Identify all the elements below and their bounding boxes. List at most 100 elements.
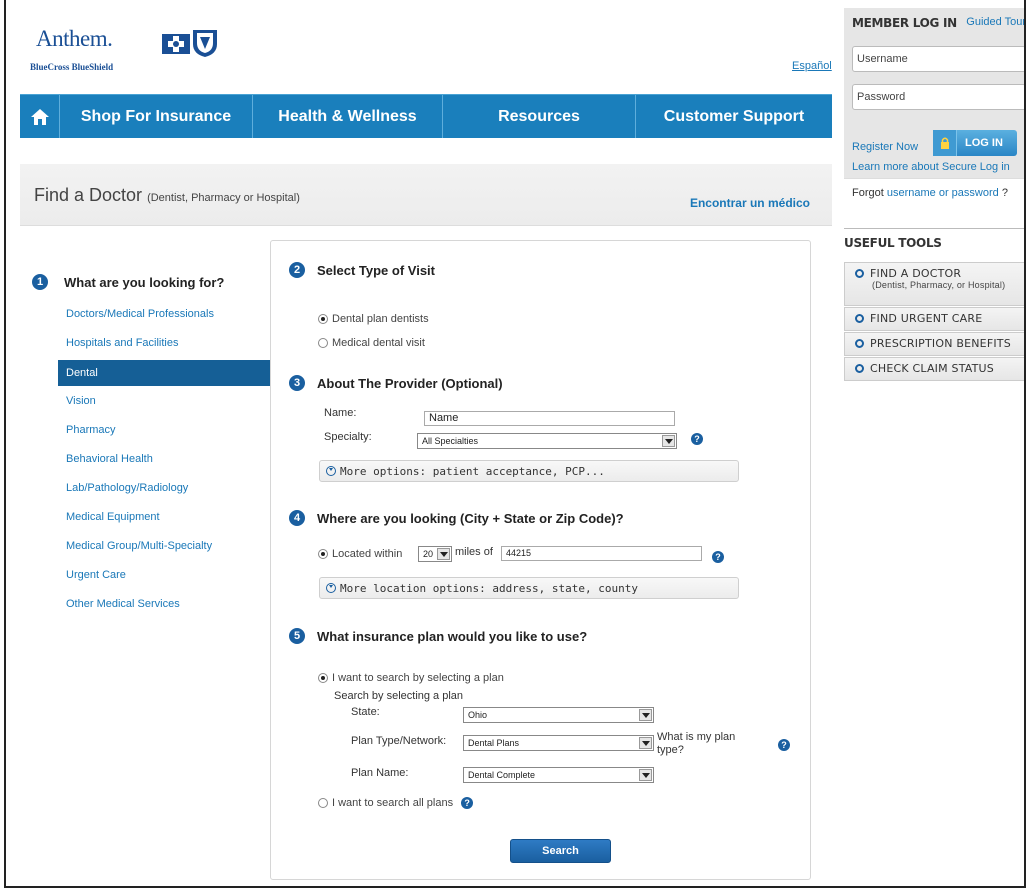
register-now-link[interactable]: Register Now [852,141,918,153]
plan-type-select[interactable]: Dental Plans [463,735,654,751]
dropdown-arrow-icon [437,548,450,560]
tool-label: FIND A DOCTOR [870,267,962,280]
help-icon[interactable]: ? [691,433,703,445]
specialty-select[interactable]: All Specialties [417,433,677,449]
radio-unselected[interactable] [318,798,328,808]
dropdown-arrow-icon [639,737,652,749]
forgot-prefix: Forgot [852,187,884,199]
login-button[interactable]: LOG IN [933,130,1017,156]
tool-find-urgent-care[interactable]: FIND URGENT CARE [844,307,1024,331]
blue-cross-icon [162,34,190,54]
more-provider-options-label: More options: patient acceptance, PCP... [340,464,605,478]
tools-divider [844,228,1024,229]
zip-code-input[interactable]: 44215 [501,546,702,561]
search-by-plan-heading: Search by selecting a plan [334,690,464,702]
miles-select-value: 20 [423,549,434,559]
nav-customer-support[interactable]: Customer Support [636,95,832,138]
lock-icon [933,130,957,156]
visit-option-label: Medical dental visit [332,337,425,349]
step-5-label: What insurance plan would you like to us… [317,628,588,644]
home-button[interactable] [20,95,60,138]
brand-name: Anthem. [36,26,113,51]
help-icon[interactable]: ? [712,551,724,563]
radio-selected[interactable] [318,673,328,683]
category-behavioral-health[interactable]: Behavioral Health [58,447,290,476]
learn-more-link[interactable]: Learn more about Secure Log in [852,161,1010,173]
member-login-box: MEMBER LOG IN Guided Tour Username Passw… [844,8,1024,208]
search-form-panel: 2 Select Type of Visit Dental plan denti… [270,240,811,880]
espanol-link[interactable]: Español [792,60,832,72]
more-provider-options[interactable]: More options: patient acceptance, PCP... [319,460,739,482]
specialty-label: Specialty: [324,431,372,443]
more-location-options[interactable]: More location options: address, state, c… [319,577,739,599]
name-label: Name: [324,407,357,419]
anthem-logo[interactable]: Anthem. BlueCross BlueShield [28,26,218,76]
category-pharmacy[interactable]: Pharmacy [58,418,290,447]
radio-selected[interactable] [318,314,328,324]
step-4-heading: 4 Where are you looking (City + State or… [289,510,624,526]
blue-shield-icon [193,30,217,57]
tool-find-a-doctor[interactable]: FIND A DOCTOR (Dentist, Pharmacy, or Hos… [844,262,1024,306]
tool-check-claim-status[interactable]: CHECK CLAIM STATUS [844,357,1024,381]
useful-tools-heading: USEFUL TOOLS [844,236,942,250]
state-label: State: [351,706,380,718]
category-dental[interactable]: Dental [58,360,286,386]
what-is-plan-type-label: What is my plan type? [657,731,736,756]
login-button-label: LOG IN [965,137,1003,149]
help-icon[interactable]: ? [461,797,474,809]
forgot-credentials-link[interactable]: username or password [887,187,999,199]
help-icon[interactable]: ? [778,739,790,751]
search-all-plans-label: I want to search all plans [332,797,454,809]
visit-option-dental-plan[interactable]: Dental plan dentists [318,313,429,325]
plan-name-select[interactable]: Dental Complete [463,767,654,783]
state-select-value: Ohio [468,710,488,720]
guided-tour-link[interactable]: Guided Tour [966,16,1024,28]
radio-unselected[interactable] [318,338,328,348]
plan-type-select-value: Dental Plans [468,738,520,748]
category-lab[interactable]: Lab/Pathology/Radiology [58,476,290,505]
main-nav: Shop For Insurance Health & Wellness Res… [20,94,832,138]
category-list: Doctors/Medical Professionals Hospitals … [58,302,290,621]
located-within-option[interactable]: Located within [318,548,402,560]
step-3-heading: 3 About The Provider (Optional) [289,375,503,391]
forgot-credentials: Forgot username or password ? [844,178,1024,208]
page-title-band: Find a Doctor (Dentist, Pharmacy or Hosp… [20,164,832,226]
category-other[interactable]: Other Medical Services [58,592,290,621]
nav-shop-for-insurance[interactable]: Shop For Insurance [60,95,253,138]
tool-sublabel: (Dentist, Pharmacy, or Hospital) [872,280,1006,290]
circle-arrow-icon [855,314,864,323]
category-medical-equipment[interactable]: Medical Equipment [58,505,290,534]
dropdown-arrow-icon [662,435,675,447]
page-title-subtitle: (Dentist, Pharmacy or Hospital) [147,192,300,204]
search-by-plan-option[interactable]: I want to search by selecting a plan [318,672,504,684]
provider-name-input[interactable]: Name [424,411,675,426]
category-vision[interactable]: Vision [58,389,290,418]
visit-option-label: Dental plan dentists [332,313,429,325]
step-4-label: Where are you looking (City + State or Z… [317,510,624,526]
nav-health-wellness[interactable]: Health & Wellness [253,95,443,138]
username-input[interactable]: Username [852,46,1024,72]
search-all-plans-option[interactable]: I want to search all plans ? [318,797,474,809]
category-hospitals[interactable]: Hospitals and Facilities [58,331,290,360]
encontrar-medico-link[interactable]: Encontrar un médico [690,196,810,210]
step-number-3: 3 [289,375,305,391]
visit-option-medical-dental[interactable]: Medical dental visit [318,337,425,349]
circle-arrow-icon [855,339,864,348]
nav-resources[interactable]: Resources [443,95,636,138]
miles-select[interactable]: 20 [418,546,452,562]
radio-selected[interactable] [318,549,328,559]
tool-prescription-benefits[interactable]: PRESCRIPTION BENEFITS [844,332,1024,356]
dropdown-arrow-icon [639,769,652,781]
dropdown-arrow-icon [639,709,652,721]
tool-label: CHECK CLAIM STATUS [870,362,994,375]
state-select[interactable]: Ohio [463,707,654,723]
category-doctors[interactable]: Doctors/Medical Professionals [58,302,290,331]
search-button[interactable]: Search [510,839,611,863]
password-input[interactable]: Password [852,84,1024,110]
step-number-5: 5 [289,628,305,644]
category-medical-group[interactable]: Medical Group/Multi-Specialty [58,534,290,563]
located-within-label: Located within [332,548,403,560]
step-1-heading: 1 What are you looking for? [32,274,224,290]
category-urgent-care[interactable]: Urgent Care [58,563,290,592]
step-2-heading: 2 Select Type of Visit [289,262,435,278]
